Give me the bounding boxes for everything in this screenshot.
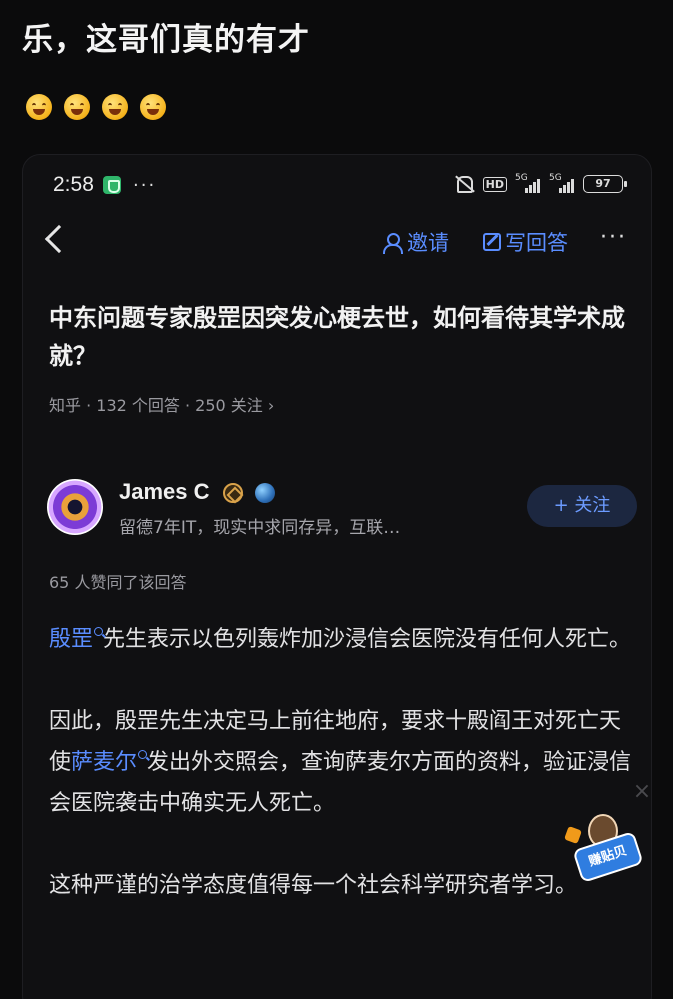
grin-squint-emoji-icon xyxy=(64,94,90,120)
status-indicators: HD 5G 5G 97 xyxy=(453,173,627,193)
status-bar: 2:58 ··· HD 5G 5G 97 xyxy=(23,173,651,201)
close-icon[interactable]: × xyxy=(628,778,656,806)
answer-paragraph: 这种严谨的治学态度值得每一个社会科学研究者学习。 xyxy=(49,873,578,898)
follow-button[interactable]: + 关注 xyxy=(527,485,637,527)
grin-squint-emoji-icon xyxy=(140,94,166,120)
globe-icon xyxy=(255,483,275,503)
edit-icon xyxy=(483,233,501,251)
upvote-count: 65 人赞同了该回答 xyxy=(49,573,187,592)
hd-badge: HD xyxy=(482,176,507,192)
answer-paragraph: 因此，殷罡先生决定马上前往地府，要求十殿阎王对死亡天使萨麦尔 发出外交照会，查询萨… xyxy=(49,701,639,824)
search-icon xyxy=(138,750,148,759)
sticker-accessory xyxy=(564,826,582,844)
keyword-link[interactable]: 萨麦尔 xyxy=(71,750,137,775)
signal-icon: 5G xyxy=(515,173,541,193)
write-answer-label: 写回答 xyxy=(505,231,568,255)
post-title: 乐，这哥们真的有才 xyxy=(22,22,310,58)
search-icon xyxy=(94,627,104,636)
keyword-link[interactable]: 殷罡 xyxy=(49,627,93,652)
sticker-badge: 赚贴贝 xyxy=(564,812,652,890)
author-name[interactable]: James C xyxy=(119,479,210,505)
question-title[interactable]: 中东问题专家殷罡因突发心梗去世，如何看待其学术成就？ xyxy=(49,299,639,375)
author-row: James C 留德7年IT，现实中求同存异，互联… + 关注 xyxy=(47,477,637,541)
status-more-icon: ··· xyxy=(133,175,157,196)
answer-body: 殷罡 先生表示以色列轰炸加沙浸信会医院没有任何人死亡。 因此，殷罡先生决定马上前往… xyxy=(49,619,639,947)
grin-squint-emoji-icon xyxy=(26,94,52,120)
more-icon[interactable]: ··· xyxy=(600,225,627,250)
shield-icon xyxy=(103,176,121,194)
invite-button[interactable]: 邀请 xyxy=(383,227,449,257)
sticker-label: 赚贴贝 xyxy=(572,830,644,884)
write-answer-button[interactable]: 写回答 xyxy=(483,227,568,257)
battery-icon: 97 xyxy=(583,175,627,193)
mute-bell-icon xyxy=(453,175,475,193)
creator-badge-icon xyxy=(223,483,243,503)
avatar[interactable] xyxy=(47,479,103,535)
status-time: 2:58 xyxy=(53,173,94,196)
top-nav: 邀请 写回答 ··· xyxy=(23,221,651,265)
person-icon xyxy=(383,232,403,254)
back-arrow-icon[interactable] xyxy=(44,224,74,254)
invite-label: 邀请 xyxy=(407,231,449,255)
grin-squint-emoji-icon xyxy=(102,94,128,120)
question-meta[interactable]: 知乎 · 132 个回答 · 250 关注 › xyxy=(49,392,274,416)
emoji-row xyxy=(26,94,166,120)
author-bio: 留德7年IT，现实中求同存异，互联… xyxy=(119,518,401,538)
phone-screenshot: 2:58 ··· HD 5G 5G 97 邀请 写回答 ··· 中东问题专家殷罡… xyxy=(22,154,652,999)
answer-text: 先生表示以色列轰炸加沙浸信会医院没有任何人死亡。 xyxy=(103,627,632,652)
answer-paragraph: 殷罡 先生表示以色列轰炸加沙浸信会医院没有任何人死亡。 xyxy=(49,619,639,660)
signal-icon: 5G xyxy=(549,173,575,193)
